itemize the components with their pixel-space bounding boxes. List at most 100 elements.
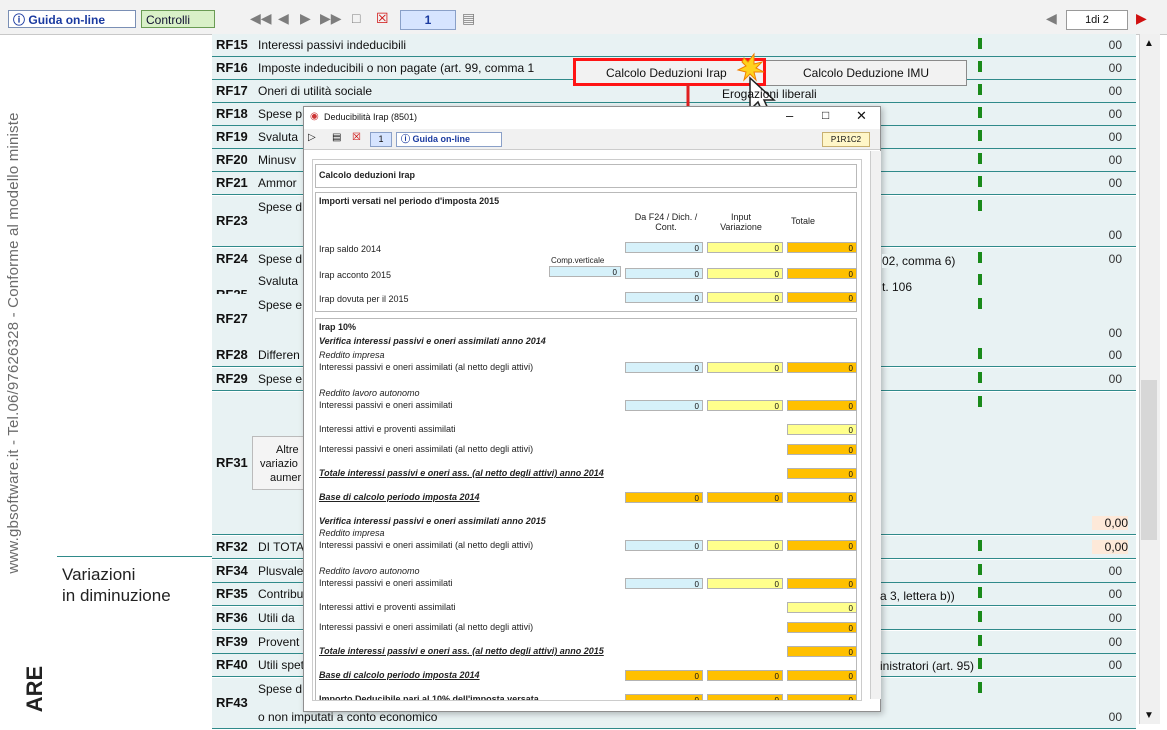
- page-number-input[interactable]: 1: [400, 10, 456, 30]
- row-description: Svaluta: [258, 274, 299, 288]
- row-code: RF28: [216, 347, 248, 362]
- field-marker: [978, 348, 982, 359]
- cell-input[interactable]: 0: [707, 400, 783, 411]
- next-page-icon[interactable]: ▶: [300, 10, 311, 27]
- dialog-title: Deducibilità Irap (8501): [324, 112, 418, 122]
- cell-input[interactable]: 0: [707, 362, 783, 373]
- row-value[interactable]: 00: [1012, 564, 1122, 582]
- section-divider: [57, 556, 212, 557]
- row-description: DI TOTA: [258, 540, 305, 554]
- dialog-content: Calcolo deduzioni Irap Importi versati ne…: [312, 159, 862, 701]
- cell-input[interactable]: 0: [707, 540, 783, 551]
- guida-online-button[interactable]: ⓘ Guida on-line: [8, 10, 136, 28]
- row-value[interactable]: 00: [1012, 710, 1122, 728]
- prev-page-icon[interactable]: ◀: [278, 10, 289, 27]
- scroll-down-icon[interactable]: ▼: [1144, 710, 1154, 721]
- field-marker: [978, 252, 982, 263]
- cell-totale: 0: [787, 362, 857, 373]
- field-marker: [978, 396, 982, 407]
- cell-input[interactable]: 0: [707, 292, 783, 303]
- print-icon[interactable]: ▤: [332, 132, 341, 143]
- cell-f24[interactable]: 0: [625, 268, 703, 279]
- menu-item-calcolo-deduzione-imu[interactable]: Calcolo Deduzione IMU: [803, 66, 929, 80]
- cell-f24[interactable]: 0: [625, 670, 703, 681]
- base-2014-label: Base di calcolo periodo imposta 2014: [319, 492, 480, 502]
- row-value[interactable]: 00: [1012, 326, 1122, 344]
- reddito-impresa-label: Reddito impresa: [319, 350, 385, 360]
- row-value[interactable]: 00: [1012, 611, 1122, 629]
- comp-verticale-label: Comp.verticale: [551, 256, 605, 265]
- field-marker: [978, 38, 982, 49]
- irap-dialog: ◉ Deducibilità Irap (8501) – □ ✕ ▷ ▤ ☒ 1…: [303, 106, 881, 712]
- controlli-button[interactable]: Controlli: [141, 10, 215, 28]
- row-value[interactable]: 00: [1012, 84, 1122, 102]
- totale-2015-label: Totale interessi passivi e oneri ass. (a…: [319, 646, 604, 656]
- cell-totale[interactable]: 0: [787, 602, 857, 613]
- int-passivi-netto-label-4: Interessi passivi e oneri assimilati (al…: [319, 622, 534, 632]
- section-irap10: [315, 318, 857, 700]
- row-value[interactable]: 00: [1012, 587, 1122, 605]
- new-page-icon[interactable]: □: [352, 10, 360, 26]
- exit-icon[interactable]: ▷: [308, 132, 316, 143]
- row-value[interactable]: 00: [1012, 107, 1122, 125]
- row-value[interactable]: 00: [1012, 348, 1122, 366]
- delete-page-icon[interactable]: ☒: [376, 10, 389, 27]
- row-value[interactable]: 00: [1012, 176, 1122, 194]
- cell-totale: 0: [787, 694, 857, 700]
- print-icon[interactable]: ▤: [462, 10, 475, 27]
- cell-input[interactable]: 0: [707, 694, 783, 700]
- cell-input[interactable]: 0: [707, 242, 783, 253]
- row-value[interactable]: 00: [1012, 228, 1122, 246]
- dialog-scrollbar[interactable]: [870, 151, 881, 699]
- cell-totale[interactable]: 0: [787, 424, 857, 435]
- maximize-icon[interactable]: □: [822, 108, 829, 122]
- altre-label-3: aumer: [270, 472, 302, 484]
- cell-f24[interactable]: 0: [625, 492, 703, 503]
- page-count-field[interactable]: 1di 2: [1066, 10, 1128, 30]
- first-page-icon[interactable]: ◀◀: [250, 10, 272, 27]
- altre-label-2: variazio: [260, 458, 298, 470]
- cell-input[interactable]: 0: [707, 578, 783, 589]
- cell-input[interactable]: 0: [707, 268, 783, 279]
- row-value[interactable]: 00: [1012, 635, 1122, 653]
- cell-f24[interactable]: 0: [625, 694, 703, 700]
- row-value[interactable]: 00: [1012, 372, 1122, 390]
- row-description: Utili spet: [258, 658, 305, 672]
- row-value[interactable]: 00: [1012, 153, 1122, 171]
- delete-icon[interactable]: ☒: [352, 132, 361, 143]
- row-code: RF20: [216, 152, 248, 167]
- dialog-page-input[interactable]: 1: [370, 132, 392, 147]
- cell-totale: 0: [787, 540, 857, 551]
- main-scrollbar[interactable]: ▲ ▼: [1139, 34, 1160, 724]
- cell-totale: 0: [787, 578, 857, 589]
- dialog-guida-button[interactable]: ⓘ Guida on-line: [396, 132, 502, 147]
- int-passivi-label-2: Interessi passivi e oneri assimilati: [319, 578, 453, 588]
- row-code: RF32: [216, 539, 248, 554]
- cell-f24[interactable]: 0: [625, 292, 703, 303]
- close-icon[interactable]: ✕: [856, 108, 867, 124]
- row-value[interactable]: 00: [1012, 61, 1122, 79]
- cell-f24[interactable]: 0: [625, 400, 703, 411]
- scroll-up-icon[interactable]: ▲: [1144, 38, 1154, 49]
- last-page-icon[interactable]: ▶▶: [320, 10, 342, 27]
- page-next-icon[interactable]: ▶: [1136, 10, 1147, 27]
- int-passivi-netto-label-2: Interessi passivi e oneri assimilati (al…: [319, 444, 534, 454]
- cell-input[interactable]: 0: [707, 492, 783, 503]
- field-marker: [978, 682, 982, 693]
- cell-comp-verticale[interactable]: 0: [549, 266, 621, 277]
- row-value[interactable]: 00: [1012, 38, 1122, 56]
- cell-input[interactable]: 0: [707, 670, 783, 681]
- minimize-icon[interactable]: –: [786, 108, 793, 123]
- row-value[interactable]: 00: [1012, 130, 1122, 148]
- row-value[interactable]: 00: [1012, 658, 1122, 676]
- variazioni-label-2: in diminuzione: [62, 586, 171, 605]
- row-description: Interessi passivi indeducibili: [258, 38, 407, 52]
- scroll-thumb[interactable]: [1141, 380, 1157, 540]
- cell-f24[interactable]: 0: [625, 362, 703, 373]
- cell-f24[interactable]: 0: [625, 540, 703, 551]
- page-prev-icon[interactable]: ◀: [1046, 10, 1057, 27]
- cell-f24[interactable]: 0: [625, 242, 703, 253]
- cell-totale: 0: [787, 292, 857, 303]
- row-value[interactable]: 00: [1012, 252, 1122, 270]
- cell-f24[interactable]: 0: [625, 578, 703, 589]
